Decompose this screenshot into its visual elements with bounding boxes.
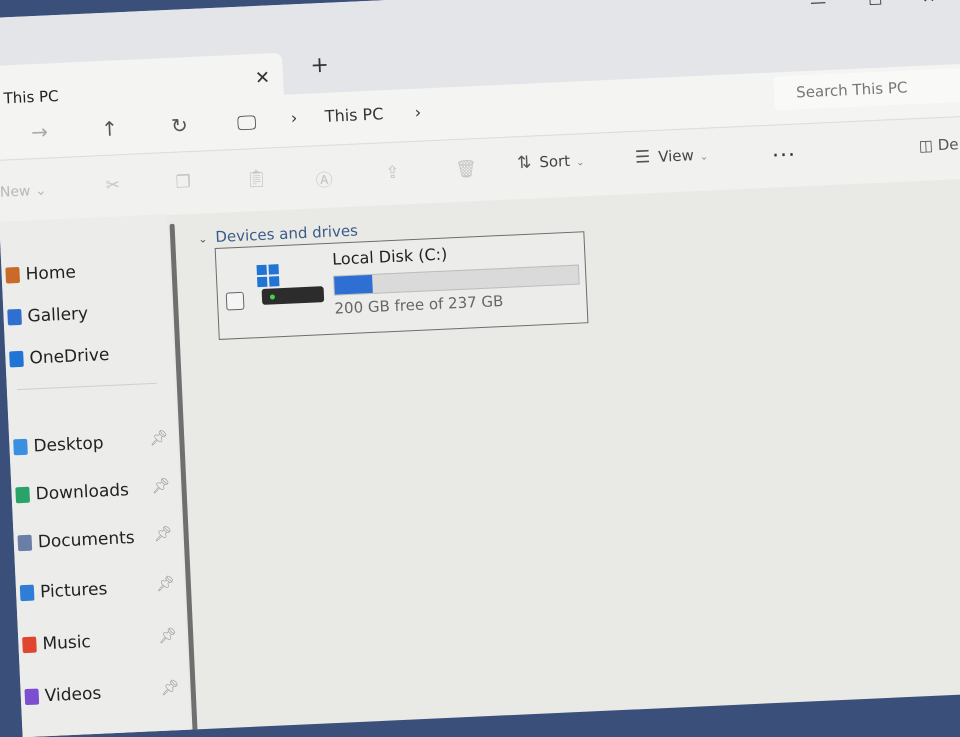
sidebar-item-label: Desktop bbox=[33, 433, 104, 457]
pin-icon[interactable]: 📌︎ bbox=[149, 428, 169, 447]
downloads-icon bbox=[15, 486, 31, 504]
copy-icon[interactable]: ❐ bbox=[175, 172, 191, 193]
minimize-icon[interactable]: — bbox=[810, 0, 827, 12]
pin-icon[interactable]: 📌︎ bbox=[153, 524, 173, 543]
details-label: De bbox=[937, 135, 959, 155]
view-button[interactable]: ☰ View ⌄ bbox=[635, 145, 709, 168]
sidebar-item-label: Music bbox=[42, 632, 92, 655]
music-icon bbox=[22, 636, 37, 654]
sidebar-item-label: Videos bbox=[44, 683, 102, 707]
sidebar-item-downloads[interactable]: Downloads 📌︎ bbox=[11, 474, 177, 511]
sidebar-item-videos[interactable]: Videos 📌︎ bbox=[20, 676, 186, 713]
drive-local-disk-c[interactable]: Local Disk (C:) 200 GB free of 237 GB bbox=[214, 231, 589, 340]
drive-select-checkbox[interactable] bbox=[225, 291, 245, 311]
view-chevron-icon: ⌄ bbox=[699, 151, 709, 163]
drive-usage-fill bbox=[334, 274, 373, 295]
forward-arrow-icon[interactable]: → bbox=[31, 119, 49, 144]
home-icon bbox=[5, 266, 21, 284]
pin-icon[interactable]: 📌︎ bbox=[155, 574, 175, 593]
hard-drive-icon bbox=[261, 286, 325, 305]
rename-icon[interactable]: Ⓐ bbox=[315, 166, 333, 192]
sidebar-item-label: Gallery bbox=[27, 303, 89, 327]
paste-icon[interactable]: 📋︎ bbox=[245, 169, 267, 190]
file-explorer-window: This PC ✕ + — ☐ ✕ → ↑ ↻ 🖵 › This PC › Se… bbox=[0, 0, 960, 737]
onedrive-icon bbox=[9, 350, 24, 368]
up-arrow-icon[interactable]: ↑ bbox=[101, 116, 119, 141]
pictures-icon bbox=[19, 584, 35, 602]
new-tab-button[interactable]: + bbox=[310, 53, 330, 79]
refresh-icon[interactable]: ↻ bbox=[171, 113, 189, 138]
sidebar-item-label: Pictures bbox=[39, 579, 108, 603]
sidebar-item-home[interactable]: Home bbox=[1, 254, 167, 291]
sort-icon: ⇅ bbox=[516, 152, 532, 174]
sidebar-item-label: Home bbox=[25, 262, 77, 285]
pin-icon[interactable]: 📌︎ bbox=[151, 476, 171, 495]
chevron-down-icon: ⌄ bbox=[197, 232, 208, 246]
sidebar-item-label: Downloads bbox=[35, 480, 130, 505]
breadcrumb-this-pc[interactable]: This PC bbox=[324, 104, 383, 126]
details-pane-icon: ◫ bbox=[918, 136, 934, 155]
pin-icon[interactable]: 📌︎ bbox=[160, 678, 180, 697]
breadcrumb-chevron-icon[interactable]: › bbox=[414, 103, 421, 122]
sort-chevron-icon: ⌄ bbox=[575, 157, 585, 169]
maximize-icon[interactable]: ☐ bbox=[868, 0, 883, 9]
sort-button[interactable]: ⇅ Sort ⌄ bbox=[517, 150, 585, 173]
new-button[interactable]: New ⌄ bbox=[0, 183, 47, 201]
breadcrumb-separator-icon: › bbox=[290, 108, 298, 128]
sidebar-item-pictures[interactable]: Pictures 📌︎ bbox=[15, 572, 181, 609]
new-label: New bbox=[0, 183, 31, 201]
windows-logo-icon bbox=[256, 264, 280, 288]
computer-icon[interactable]: 🖵 bbox=[236, 110, 256, 135]
cut-icon[interactable]: ✂ bbox=[105, 175, 120, 196]
desktop-icon bbox=[13, 438, 28, 456]
gallery-icon bbox=[7, 308, 22, 326]
pin-icon[interactable]: 📌︎ bbox=[158, 626, 178, 645]
sidebar-divider bbox=[16, 382, 157, 391]
sidebar-item-desktop[interactable]: Desktop 📌︎ bbox=[9, 426, 175, 463]
sidebar-item-music[interactable]: Music 📌︎ bbox=[18, 624, 184, 661]
videos-icon bbox=[24, 688, 40, 706]
tab-close-icon[interactable]: ✕ bbox=[255, 67, 271, 89]
sort-label: Sort bbox=[538, 151, 571, 172]
search-input[interactable]: Search This PC bbox=[773, 66, 960, 111]
drive-free-space: 200 GB free of 237 GB bbox=[334, 292, 504, 318]
sidebar-item-label: OneDrive bbox=[29, 344, 110, 369]
drive-name: Local Disk (C:) bbox=[331, 244, 448, 269]
documents-icon bbox=[17, 534, 33, 552]
view-icon: ☰ bbox=[634, 147, 651, 168]
sidebar-item-documents[interactable]: Documents 📌︎ bbox=[13, 522, 179, 559]
search-placeholder: Search This PC bbox=[795, 78, 908, 102]
drive-usage-bar bbox=[333, 264, 580, 296]
close-icon[interactable]: ✕ bbox=[922, 0, 936, 7]
navigation-pane: Home Gallery OneDrive Desktop 📌︎ Downloa… bbox=[0, 214, 191, 737]
more-options-button[interactable]: ... bbox=[771, 137, 796, 163]
details-pane-button[interactable]: ◫ De bbox=[918, 135, 959, 155]
share-icon[interactable]: ⇪ bbox=[385, 163, 400, 184]
sidebar-item-gallery[interactable]: Gallery bbox=[3, 296, 169, 333]
delete-icon[interactable]: 🗑︎ bbox=[455, 159, 477, 180]
sidebar-item-label: Documents bbox=[37, 527, 136, 553]
sidebar-item-onedrive[interactable]: OneDrive bbox=[5, 338, 171, 375]
view-label: View bbox=[657, 146, 695, 166]
